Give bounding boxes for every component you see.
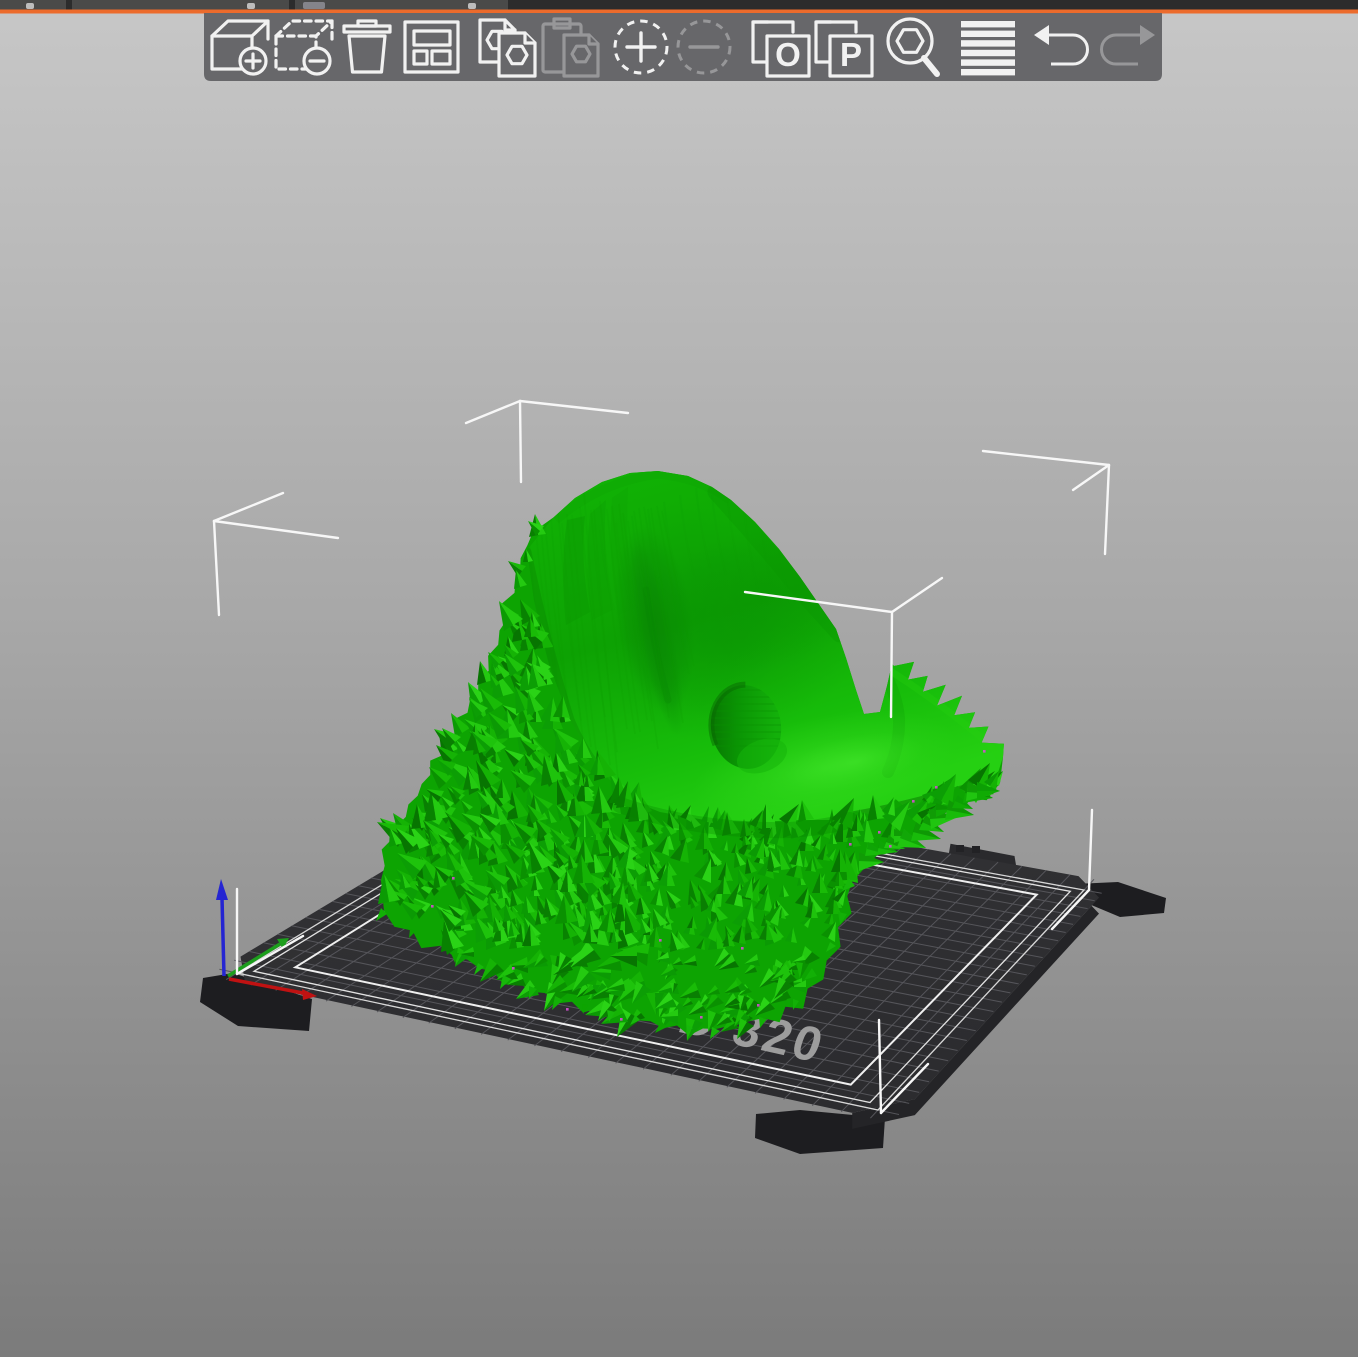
svg-text:O: O bbox=[775, 36, 801, 73]
svg-text:P: P bbox=[840, 36, 862, 73]
